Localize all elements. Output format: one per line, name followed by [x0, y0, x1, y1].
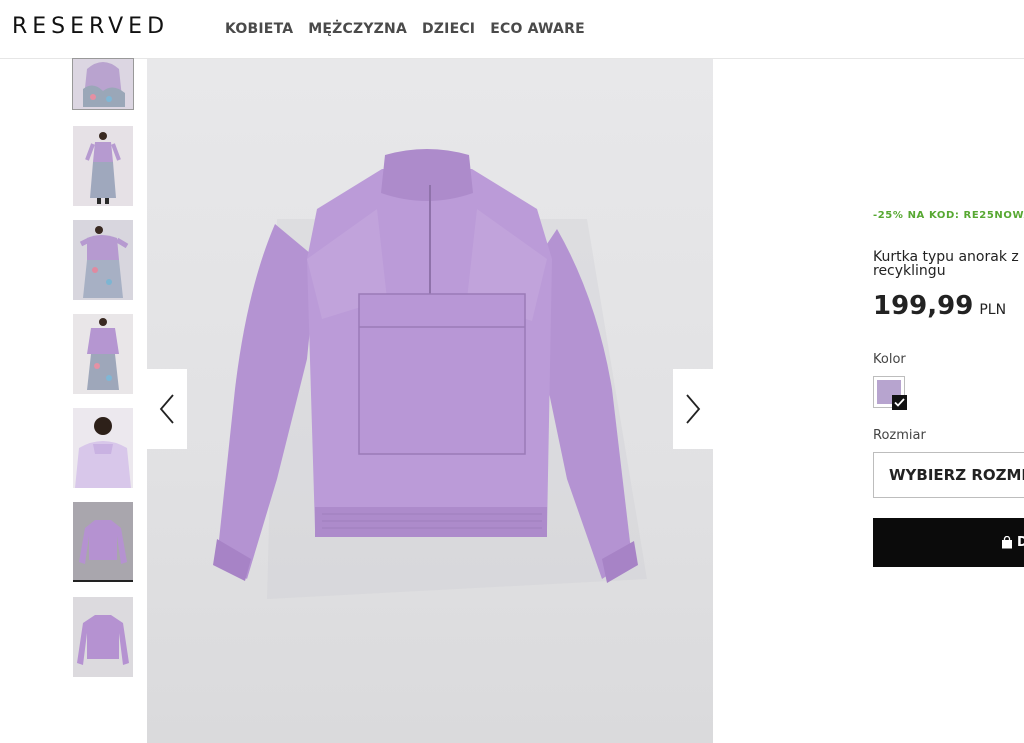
color-swatch-lavender[interactable]	[873, 376, 907, 410]
nav-item-dzieci[interactable]: DZIECI	[422, 21, 475, 37]
add-to-cart-button[interactable]: D	[873, 518, 1024, 567]
price-row: 199,99 PLN	[873, 291, 1006, 321]
product-price: 199,99	[873, 291, 974, 321]
photo-jacket-back-icon	[73, 597, 133, 677]
check-icon	[892, 395, 907, 410]
size-select[interactable]: WYBIERZ ROZMIAR	[873, 452, 1024, 498]
chevron-right-icon	[686, 394, 701, 424]
thumbnail-2[interactable]	[73, 126, 133, 206]
photo-model-posing-icon	[73, 220, 133, 300]
previous-image-button[interactable]	[147, 369, 187, 449]
site-header: RESERVED KOBIETA MĘŻCZYZNA DZIECI ECO AW…	[0, 0, 1024, 59]
size-label: Rozmiar	[873, 428, 926, 443]
nav-item-eco-aware[interactable]: ECO AWARE	[490, 21, 585, 37]
thumbnail-7[interactable]	[73, 597, 133, 677]
thumbnail-3[interactable]	[73, 220, 133, 300]
photo-model-front-icon	[73, 314, 133, 394]
jacket-photo	[213, 149, 647, 599]
active-thumbnail-indicator	[73, 580, 133, 582]
photo-model-standing-icon	[73, 126, 133, 206]
thumbnail-5[interactable]	[73, 408, 133, 488]
chevron-left-icon	[159, 394, 174, 424]
color-label: Kolor	[873, 352, 906, 367]
brand-logo[interactable]: RESERVED	[12, 14, 169, 39]
main-product-image[interactable]	[147, 59, 713, 743]
main-nav: KOBIETA MĘŻCZYZNA DZIECI ECO AWARE	[225, 21, 585, 37]
thumbnail-4[interactable]	[73, 314, 133, 394]
promo-code-banner: -25% NA KOD: RE25NOWA	[873, 210, 1024, 221]
photo-jacket-front-icon	[73, 502, 133, 580]
product-title-line-1: Kurtka typu anorak z	[873, 249, 1019, 265]
add-to-cart-label: D	[1017, 535, 1024, 550]
photo-model-closeup-icon	[73, 408, 133, 488]
product-info-panel: -25% NA KOD: RE25NOWA Kurtka typu anorak…	[873, 59, 1024, 743]
next-image-button[interactable]	[673, 369, 713, 449]
product-title: Kurtka typu anorak z recyklingu	[873, 250, 1024, 278]
product-title-line-2: recyklingu	[873, 263, 946, 279]
thumbnail-6-active[interactable]	[73, 502, 133, 582]
thumbnail-1[interactable]	[72, 58, 134, 110]
photo-model-floral-skirt-icon	[73, 59, 133, 109]
shopping-bag-icon	[1002, 536, 1012, 549]
price-currency: PLN	[979, 302, 1007, 318]
nav-item-kobieta[interactable]: KOBIETA	[225, 21, 293, 37]
nav-item-mezczyzna[interactable]: MĘŻCZYZNA	[308, 21, 407, 37]
